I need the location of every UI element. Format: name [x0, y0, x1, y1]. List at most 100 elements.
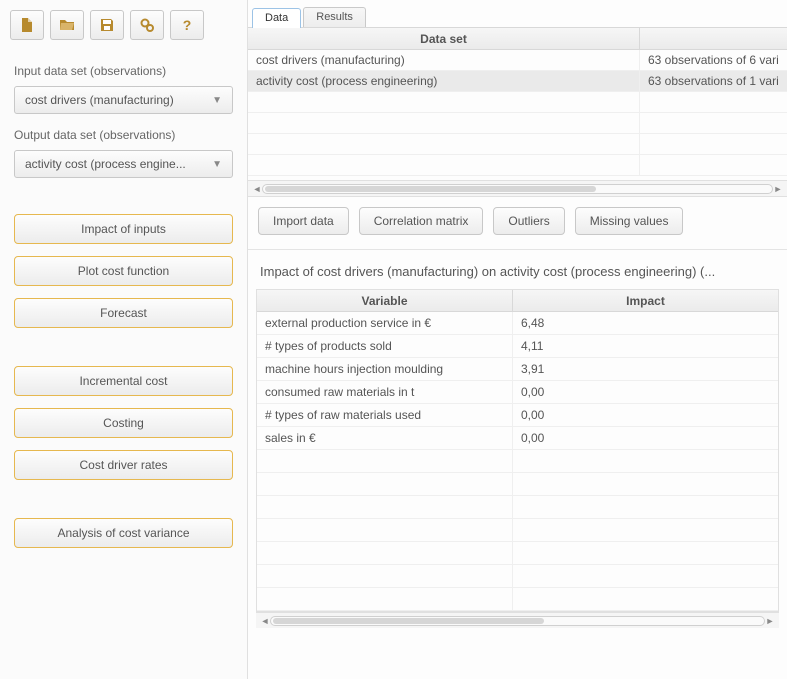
impact-value — [513, 450, 778, 472]
dataset-name — [248, 92, 640, 112]
datasets-hscroll[interactable]: ◄ ► — [248, 180, 787, 196]
impact-row: sales in €0,00 — [257, 427, 778, 450]
dataset-info: 63 observations of 1 vari — [640, 71, 787, 91]
forecast-button[interactable]: Forecast — [14, 298, 233, 328]
scroll-left-icon[interactable]: ◄ — [260, 616, 270, 626]
plot-cost-function-button[interactable]: Plot cost function — [14, 256, 233, 286]
tab-bar: Data Results — [248, 4, 787, 28]
impact-col-impact: Impact — [513, 290, 778, 311]
impact-row — [257, 542, 778, 565]
save-disk-icon — [99, 17, 115, 33]
impact-variable — [257, 473, 513, 495]
chevron-down-icon: ▼ — [212, 159, 222, 170]
input-dataset-select[interactable]: cost drivers (manufacturing) ▼ — [14, 86, 233, 114]
impact-row — [257, 496, 778, 519]
impact-value: 0,00 — [513, 404, 778, 426]
analysis-of-cost-variance-button[interactable]: Analysis of cost variance — [14, 518, 233, 548]
gears-icon — [139, 17, 155, 33]
impact-variable — [257, 588, 513, 610]
impact-row: # types of products sold4,11 — [257, 335, 778, 358]
save-button[interactable] — [90, 10, 124, 40]
chevron-down-icon: ▼ — [212, 95, 222, 106]
impact-variable: machine hours injection moulding — [257, 358, 513, 380]
impact-row: external production service in €6,48 — [257, 312, 778, 335]
output-dataset-label: Output data set (observations) — [14, 128, 233, 142]
impact-row — [257, 588, 778, 611]
correlation-matrix-button[interactable]: Correlation matrix — [359, 207, 484, 235]
impact-row — [257, 565, 778, 588]
impact-row: # types of raw materials used0,00 — [257, 404, 778, 427]
datasets-table: Data set cost drivers (manufacturing)63 … — [248, 28, 787, 197]
impact-row — [257, 473, 778, 496]
impact-table: Variable Impact external production serv… — [256, 289, 779, 612]
impact-variable: # types of products sold — [257, 335, 513, 357]
dataset-name: activity cost (process engineering) — [248, 71, 640, 91]
datasets-header-name: Data set — [248, 28, 640, 49]
help-button[interactable]: ? — [170, 10, 204, 40]
impact-value — [513, 496, 778, 518]
open-folder-icon — [59, 17, 75, 33]
impact-value: 3,91 — [513, 358, 778, 380]
impact-title: Impact of cost drivers (manufacturing) o… — [248, 250, 787, 289]
impact-row: machine hours injection moulding3,91 — [257, 358, 778, 381]
impact-value — [513, 588, 778, 610]
dataset-row[interactable] — [248, 113, 787, 134]
dataset-info — [640, 92, 787, 112]
scroll-left-icon[interactable]: ◄ — [252, 184, 262, 194]
impact-row — [257, 450, 778, 473]
incremental-cost-button[interactable]: Incremental cost — [14, 366, 233, 396]
settings-button[interactable] — [130, 10, 164, 40]
impact-row — [257, 519, 778, 542]
dataset-row[interactable]: cost drivers (manufacturing)63 observati… — [248, 50, 787, 71]
impact-variable: sales in € — [257, 427, 513, 449]
impact-col-variable: Variable — [257, 290, 513, 311]
tab-data[interactable]: Data — [252, 8, 301, 28]
impact-value — [513, 473, 778, 495]
main-toolbar: ? — [8, 6, 239, 50]
output-dataset-value: activity cost (process engine... — [25, 157, 186, 171]
dataset-info — [640, 113, 787, 133]
output-dataset-select[interactable]: activity cost (process engine... ▼ — [14, 150, 233, 178]
scroll-right-icon[interactable]: ► — [773, 184, 783, 194]
impact-variable — [257, 542, 513, 564]
help-icon: ? — [183, 17, 192, 33]
data-action-bar: Import data Correlation matrix Outliers … — [248, 197, 787, 250]
costing-button[interactable]: Costing — [14, 408, 233, 438]
dataset-name — [248, 134, 640, 154]
impact-value: 6,48 — [513, 312, 778, 334]
impact-value: 0,00 — [513, 381, 778, 403]
impact-variable: consumed raw materials in t — [257, 381, 513, 403]
impact-value: 4,11 — [513, 335, 778, 357]
main-panel: Data Results Data set cost drivers (manu… — [248, 0, 787, 679]
new-file-icon — [19, 17, 35, 33]
dataset-row[interactable]: activity cost (process engineering)63 ob… — [248, 71, 787, 92]
impact-variable: external production service in € — [257, 312, 513, 334]
impact-variable — [257, 496, 513, 518]
dataset-name — [248, 155, 640, 175]
tab-results[interactable]: Results — [303, 7, 366, 27]
impact-hscroll[interactable]: ◄ ► — [256, 612, 779, 628]
dataset-info — [640, 155, 787, 175]
impact-value — [513, 519, 778, 541]
cost-driver-rates-button[interactable]: Cost driver rates — [14, 450, 233, 480]
dataset-info — [640, 134, 787, 154]
impact-variable — [257, 565, 513, 587]
impact-row: consumed raw materials in t0,00 — [257, 381, 778, 404]
dataset-info: 63 observations of 6 vari — [640, 50, 787, 70]
impact-variable: # types of raw materials used — [257, 404, 513, 426]
dataset-name — [248, 113, 640, 133]
scroll-right-icon[interactable]: ► — [765, 616, 775, 626]
impact-value — [513, 565, 778, 587]
action-buttons: Impact of inputs Plot cost function Fore… — [8, 214, 239, 548]
import-data-button[interactable]: Import data — [258, 207, 349, 235]
outliers-button[interactable]: Outliers — [493, 207, 564, 235]
missing-values-button[interactable]: Missing values — [575, 207, 684, 235]
new-file-button[interactable] — [10, 10, 44, 40]
dataset-name: cost drivers (manufacturing) — [248, 50, 640, 70]
impact-value: 0,00 — [513, 427, 778, 449]
dataset-row[interactable] — [248, 134, 787, 155]
dataset-row[interactable] — [248, 92, 787, 113]
open-button[interactable] — [50, 10, 84, 40]
dataset-row[interactable] — [248, 155, 787, 176]
impact-of-inputs-button[interactable]: Impact of inputs — [14, 214, 233, 244]
